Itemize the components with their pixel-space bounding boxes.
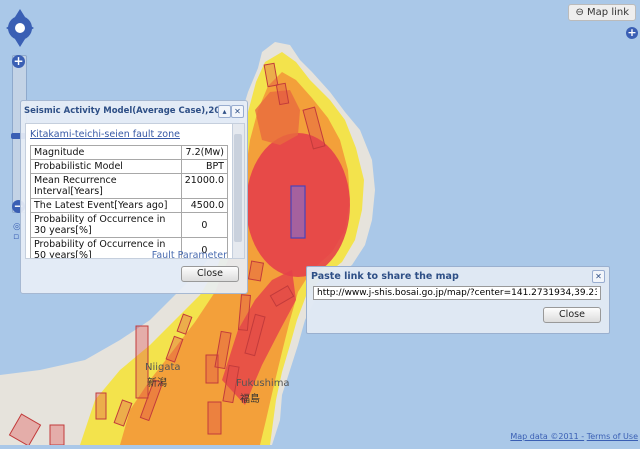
fault-details: Kitakami-teichi-seien fault zone Magnitu… bbox=[25, 123, 233, 259]
share-url-input[interactable] bbox=[313, 286, 601, 300]
fault-name-link[interactable]: Kitakami-teichi-seien fault zone bbox=[30, 129, 180, 140]
panel-title: Seismic Activity Model(Average Case),201… bbox=[24, 106, 233, 116]
fault-parameter-link[interactable]: Fault Parameter bbox=[152, 250, 227, 261]
share-link-panel: Paste link to share the map ✕ Close bbox=[306, 266, 610, 334]
link-icon: ⊖ bbox=[575, 7, 584, 18]
map-label-niigata: Niigata bbox=[145, 362, 181, 373]
share-close-button[interactable]: Close bbox=[543, 307, 601, 323]
scrollbar-thumb[interactable] bbox=[234, 134, 242, 242]
table-row: The Latest Event[Years ago] 4500.0 bbox=[30, 198, 229, 213]
close-icon[interactable]: ✕ bbox=[592, 270, 605, 283]
scrollbar[interactable] bbox=[232, 123, 245, 259]
map-label-fukushima: Fukushima bbox=[236, 378, 290, 389]
share-title: Paste link to share the map bbox=[311, 271, 459, 282]
table-row: Mean Recurrence Interval[Years] 21000.0 bbox=[30, 173, 229, 199]
fault-info-panel: Seismic Activity Model(Average Case),201… bbox=[20, 100, 248, 294]
table-row: Probabilistic Model BPT bbox=[30, 159, 229, 174]
selected-fault[interactable] bbox=[290, 185, 306, 239]
zoom-in-button[interactable]: + bbox=[12, 55, 25, 68]
map-copyright: Map data ©2011 - Terms of Use bbox=[510, 432, 638, 441]
map-link-button[interactable]: ⊖ Map link bbox=[568, 4, 636, 21]
close-icon[interactable]: ✕ bbox=[231, 105, 244, 118]
collapse-button[interactable]: ▴ bbox=[218, 105, 231, 118]
fault-params-table: Magnitude 7.2(Mw) Probabilistic Model BPT … bbox=[30, 145, 229, 258]
map-label-fukushima-jp: 福島 bbox=[240, 394, 260, 405]
close-button[interactable]: Close bbox=[181, 266, 239, 282]
table-row: Magnitude 7.2(Mw) bbox=[30, 145, 229, 160]
pan-control[interactable] bbox=[5, 6, 35, 50]
table-row: Probability of Occurrence in 30 years[%]… bbox=[30, 212, 229, 238]
map-label-niigata-jp: 新潟 bbox=[147, 378, 167, 389]
expand-panel-button[interactable]: + bbox=[626, 27, 638, 39]
